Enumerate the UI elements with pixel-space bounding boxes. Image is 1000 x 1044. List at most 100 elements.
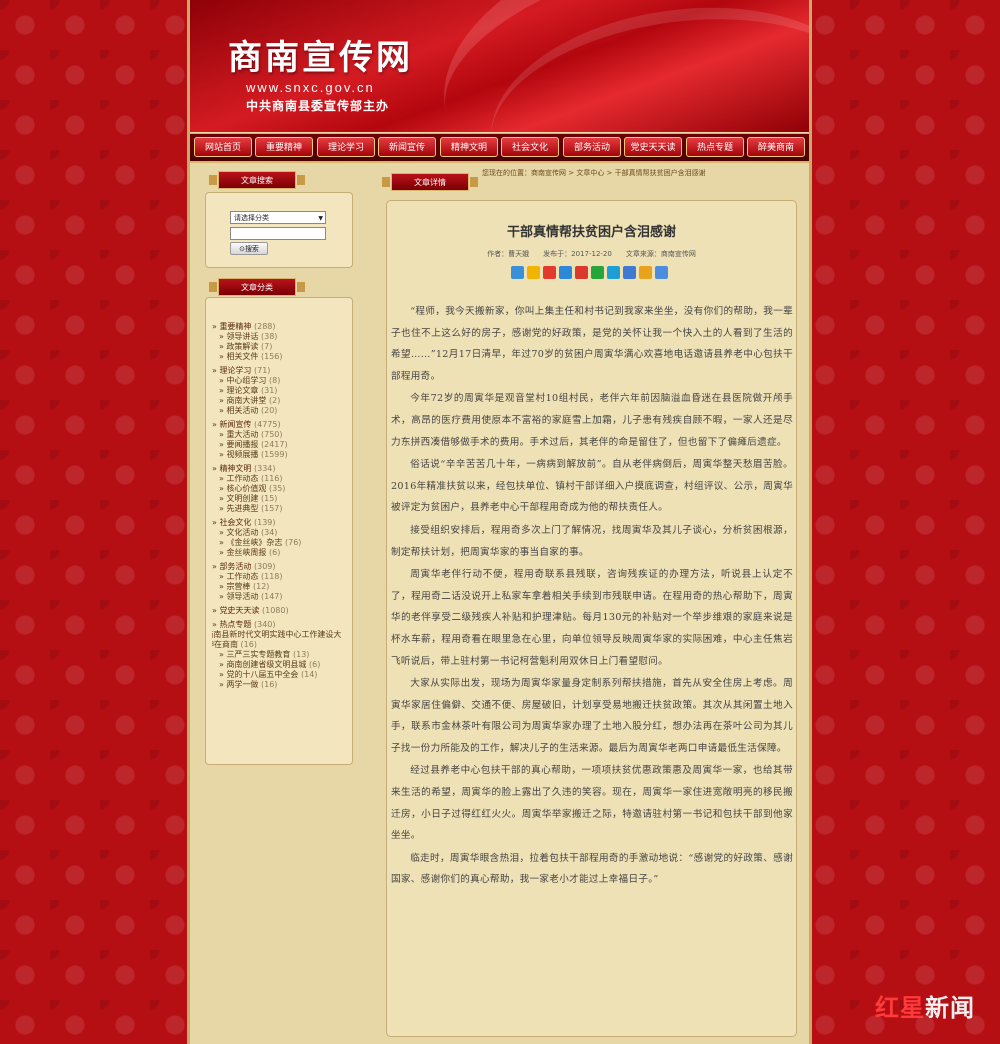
category-select[interactable]: 请选择分类 ▼: [230, 211, 326, 224]
category-label[interactable]: 新闻宣传: [219, 420, 251, 429]
subcategory-label[interactable]: 宗营棒: [226, 582, 250, 591]
subcategory-item[interactable]: » 《金丝峡》杂志 (76): [212, 538, 352, 548]
subcategory-label[interactable]: 先进典型: [226, 504, 258, 513]
subcategory-item[interactable]: » 文化活动 (34): [212, 528, 352, 538]
nav-civilization[interactable]: 精神文明: [440, 137, 498, 157]
wechat-share-icon[interactable]: [591, 266, 604, 279]
category-label[interactable]: 精神文明: [219, 464, 251, 473]
subcategory-label[interactable]: 相关活动: [226, 406, 258, 415]
subcategory-label[interactable]: 核心价值观: [226, 484, 266, 493]
subcategory-label[interactable]: 商南县新时代文明实践中心工作建设大精神在商南: [212, 630, 341, 649]
subcategory-item[interactable]: » 政策解读 (7): [212, 342, 352, 352]
category-label[interactable]: 重要精神: [219, 322, 251, 331]
search-button-label: 搜索: [244, 245, 259, 253]
subcategory-label[interactable]: 文化活动: [226, 528, 258, 537]
subcategory-item[interactable]: » 相关文件 (156): [212, 352, 352, 362]
nav-dept-activities[interactable]: 部务活动: [563, 137, 621, 157]
category-item[interactable]: » 重要精神 (288): [212, 322, 352, 332]
subcategory-item[interactable]: » 宗营棒 (12): [212, 582, 352, 592]
subcategory-label[interactable]: 重大活动: [226, 430, 258, 439]
subcategory-label[interactable]: 要闻播报: [226, 440, 258, 449]
subcategory-label[interactable]: 两学一做: [226, 680, 258, 689]
search-button[interactable]: ⊙搜索: [230, 242, 268, 255]
subcategory-label[interactable]: 商南创建省级文明县城: [226, 660, 306, 669]
subcategory-item[interactable]: » 文明创建 (15): [212, 494, 352, 504]
nav-beautiful-shangnan[interactable]: 醉美商南: [747, 137, 805, 157]
subcategory-label[interactable]: 理论文章: [226, 386, 258, 395]
nav-party-history[interactable]: 党史天天读: [624, 137, 682, 157]
share-more-icon[interactable]: [511, 266, 524, 279]
category-list: » 重要精神 (288) » 领导讲话 (38) » 政策解读 (7) » 相关…: [212, 318, 352, 762]
subcategory-item[interactable]: » 三严三实专题教育 (13): [212, 650, 352, 660]
subcategory-label[interactable]: 金丝峡周报: [226, 548, 266, 557]
category-item[interactable]: » 部务活动 (309): [212, 562, 352, 572]
category-label[interactable]: 部务活动: [219, 562, 251, 571]
nav-hot-topics[interactable]: 热点专题: [686, 137, 744, 157]
subcategory-item[interactable]: » 金丝峡周报 (6): [212, 548, 352, 558]
qzone-share-icon[interactable]: [527, 266, 540, 279]
subcategory-item[interactable]: » 商南创建省级文明县城 (6): [212, 660, 352, 670]
subcategory-item[interactable]: » 核心价值观 (35): [212, 484, 352, 494]
search-input[interactable]: [230, 227, 326, 240]
category-item[interactable]: » 精神文明 (334): [212, 464, 352, 474]
nav-news[interactable]: 新闻宣传: [378, 137, 436, 157]
nav-important-spirit[interactable]: 重要精神: [255, 137, 313, 157]
breadcrumb[interactable]: 您现在的位置：商南宣传网 > 文章中心 > 干部真情帮扶贫困户含泪感谢: [482, 168, 706, 178]
douban-share-icon[interactable]: [607, 266, 620, 279]
subcategory-item[interactable]: » 要闻播报 (2417): [212, 440, 352, 450]
category-item[interactable]: » 新闻宣传 (4775): [212, 420, 352, 430]
nav-home[interactable]: 网站首页: [194, 137, 252, 157]
nav-theory-study[interactable]: 理论学习: [317, 137, 375, 157]
category-item[interactable]: » 社会文化 (139): [212, 518, 352, 528]
subcategory-label[interactable]: 相关文件: [226, 352, 258, 361]
category-item[interactable]: » 理论学习 (71): [212, 366, 352, 376]
subcategory-item[interactable]: » 重大活动 (750): [212, 430, 352, 440]
subcategory-item[interactable]: » 领导讲话 (38): [212, 332, 352, 342]
article-paragraph: “程师，我今天搬新家，你叫上集主任和村书记到我家来坐坐，没有你们的帮助，我一辈子…: [391, 306, 793, 382]
category-label[interactable]: 热点专题: [219, 620, 251, 629]
tencent-weibo-share-icon[interactable]: [559, 266, 572, 279]
subcategory-label[interactable]: 三严三实专题教育: [226, 650, 290, 659]
category-item[interactable]: » 党史天天读 (1080): [212, 606, 352, 616]
subcategory-item[interactable]: » 中心组学习 (8): [212, 376, 352, 386]
subcategory-item[interactable]: » 工作动态 (116): [212, 474, 352, 484]
subcategory-label[interactable]: 文明创建: [226, 494, 258, 503]
subcategory-item[interactable]: » 两学一做 (16): [212, 680, 352, 690]
subcategory-label[interactable]: 工作动态: [226, 572, 258, 581]
subcategory-item[interactable]: » 视频展播 (1599): [212, 450, 352, 460]
article-paragraph: 经过县养老中心包扶干部的真心帮助，一项项扶贫优惠政策惠及周寅华一家，也给其带来生…: [391, 765, 793, 842]
subcategory-item[interactable]: » 相关活动 (20): [212, 406, 352, 416]
subcategory-label[interactable]: 中心组学习: [226, 376, 266, 385]
subcategory-count: (8): [268, 376, 281, 385]
site-title[interactable]: 商南宣传网: [228, 30, 413, 79]
subcategory-label[interactable]: 视频展播: [226, 450, 258, 459]
weibo-share-icon[interactable]: [543, 266, 556, 279]
qq-share-icon[interactable]: [623, 266, 636, 279]
subcategory-label[interactable]: 《金丝峡》杂志: [226, 538, 282, 547]
subcategory-item[interactable]: » 商南县新时代文明实践中心工作建设大精神在商南 (16): [212, 630, 348, 650]
subcategory-item[interactable]: » 商南大讲堂 (2): [212, 396, 352, 406]
subcategory-label[interactable]: 领导活动: [226, 592, 258, 601]
renren-share-icon[interactable]: [575, 266, 588, 279]
category-label[interactable]: 党史天天读: [219, 606, 259, 615]
subcategory-item[interactable]: » 先进典型 (157): [212, 504, 352, 514]
subcategory-count: (147): [260, 592, 283, 601]
subcategory-label[interactable]: 领导讲话: [226, 332, 258, 341]
subcategory-label[interactable]: 工作动态: [226, 474, 258, 483]
subcategory-label[interactable]: 党的十八届五中全会: [226, 670, 298, 679]
print-share-icon[interactable]: [655, 266, 668, 279]
category-count: (139): [253, 518, 276, 527]
subcategory-item[interactable]: » 理论文章 (31): [212, 386, 352, 396]
subcategory-item[interactable]: » 工作动态 (118): [212, 572, 352, 582]
subcategory-item[interactable]: » 领导活动 (147): [212, 592, 352, 602]
category-item[interactable]: » 热点专题 (340): [212, 620, 352, 630]
subcategory-label[interactable]: 商南大讲堂: [226, 396, 266, 405]
subcategory-count: (2): [268, 396, 281, 405]
nav-culture[interactable]: 社会文化: [501, 137, 559, 157]
category-label[interactable]: 社会文化: [219, 518, 251, 527]
subcategory-item[interactable]: » 党的十八届五中全会 (14): [212, 670, 352, 680]
category-label[interactable]: 理论学习: [219, 366, 251, 375]
kaixin-share-icon[interactable]: [639, 266, 652, 279]
subcategory-count: (31): [260, 386, 278, 395]
subcategory-label[interactable]: 政策解读: [226, 342, 258, 351]
